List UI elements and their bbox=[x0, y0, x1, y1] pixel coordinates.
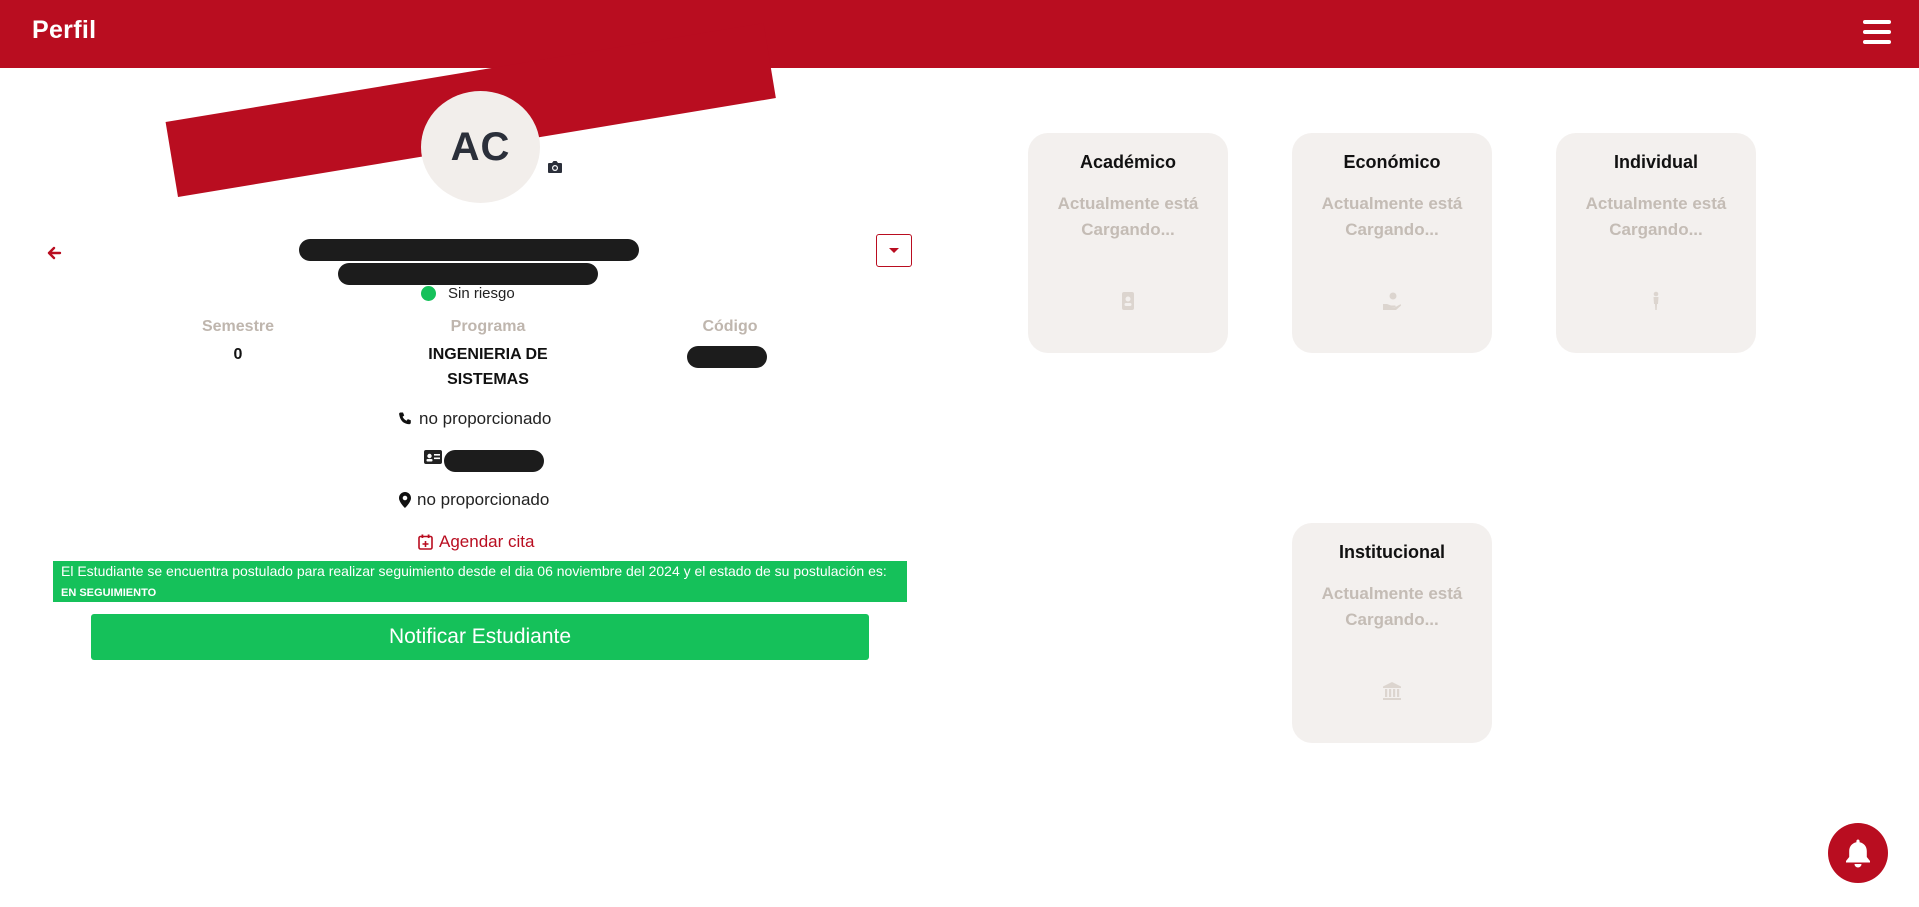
program-info: Programa INGENIERIA DE SISTEMAS bbox=[408, 318, 568, 392]
phone-icon bbox=[399, 412, 411, 425]
calendar-plus-icon bbox=[418, 534, 433, 550]
redacted-surname bbox=[338, 263, 598, 285]
status-dot bbox=[421, 286, 436, 301]
back-arrow-icon[interactable] bbox=[44, 244, 66, 262]
risk-label: Sin riesgo bbox=[448, 285, 515, 302]
id-row bbox=[423, 449, 443, 465]
semester-label: Semestre bbox=[201, 318, 275, 335]
code-label: Código bbox=[702, 318, 758, 335]
schedule-label: Agendar cita bbox=[439, 532, 535, 551]
card-institucional[interactable]: Institucional Actualmente está Cargando.… bbox=[1292, 523, 1492, 743]
notification-bell-button[interactable] bbox=[1828, 823, 1888, 883]
address-value: no proporcionado bbox=[417, 490, 550, 509]
avatar: AC bbox=[421, 91, 540, 203]
id-card-icon bbox=[424, 450, 442, 464]
person-icon bbox=[1653, 291, 1659, 310]
code-info: Código bbox=[670, 318, 790, 336]
options-dropdown-button[interactable] bbox=[876, 234, 912, 267]
semester-value: 0 bbox=[233, 346, 243, 363]
page-title: Perfil bbox=[32, 16, 97, 44]
card-status: Actualmente está Cargando... bbox=[1321, 194, 1463, 239]
program-label: Programa bbox=[450, 318, 526, 335]
phone-value: no proporcionado bbox=[419, 409, 552, 428]
redacted-id bbox=[444, 450, 544, 472]
bell-icon bbox=[1846, 839, 1870, 868]
card-academico[interactable]: Académico Actualmente está Cargando... bbox=[1028, 133, 1228, 353]
card-title: Institucional bbox=[1338, 542, 1445, 562]
notice-status: EN SEGUIMIENTO bbox=[61, 587, 157, 599]
location-pin-icon bbox=[399, 492, 411, 508]
risk-status: Sin riesgo bbox=[421, 285, 515, 302]
card-economico[interactable]: Económico Actualmente está Cargando... bbox=[1292, 133, 1492, 353]
program-value: INGENIERIA DE SISTEMAS bbox=[428, 346, 548, 388]
hamburger-menu-icon[interactable] bbox=[1863, 20, 1891, 44]
card-title: Individual bbox=[1613, 152, 1698, 172]
address-row: no proporcionado bbox=[399, 490, 549, 510]
card-status: Actualmente está Cargando... bbox=[1321, 584, 1463, 629]
card-individual[interactable]: Individual Actualmente está Cargando... bbox=[1556, 133, 1756, 353]
building-columns-icon bbox=[1383, 682, 1401, 700]
card-status: Actualmente está Cargando... bbox=[1057, 194, 1199, 239]
camera-icon[interactable] bbox=[541, 153, 569, 181]
card-title: Económico bbox=[1343, 152, 1441, 172]
card-title: Académico bbox=[1079, 152, 1177, 172]
semester-info: Semestre 0 bbox=[178, 318, 298, 367]
follow-up-notice: El Estudiante se encuentra postulado par… bbox=[53, 561, 907, 602]
hand-money-icon bbox=[1383, 292, 1402, 310]
schedule-appointment-link[interactable]: Agendar cita bbox=[418, 532, 534, 552]
redacted-code bbox=[687, 346, 767, 368]
notice-text: El Estudiante se encuentra postulado par… bbox=[61, 563, 887, 579]
phone-row: no proporcionado bbox=[397, 409, 551, 429]
card-status: Actualmente está Cargando... bbox=[1585, 194, 1727, 239]
id-badge-icon bbox=[1122, 292, 1134, 310]
notify-student-button[interactable]: Notificar Estudiante bbox=[91, 614, 869, 660]
top-bar: Perfil bbox=[0, 0, 1919, 68]
redacted-name bbox=[299, 239, 639, 261]
